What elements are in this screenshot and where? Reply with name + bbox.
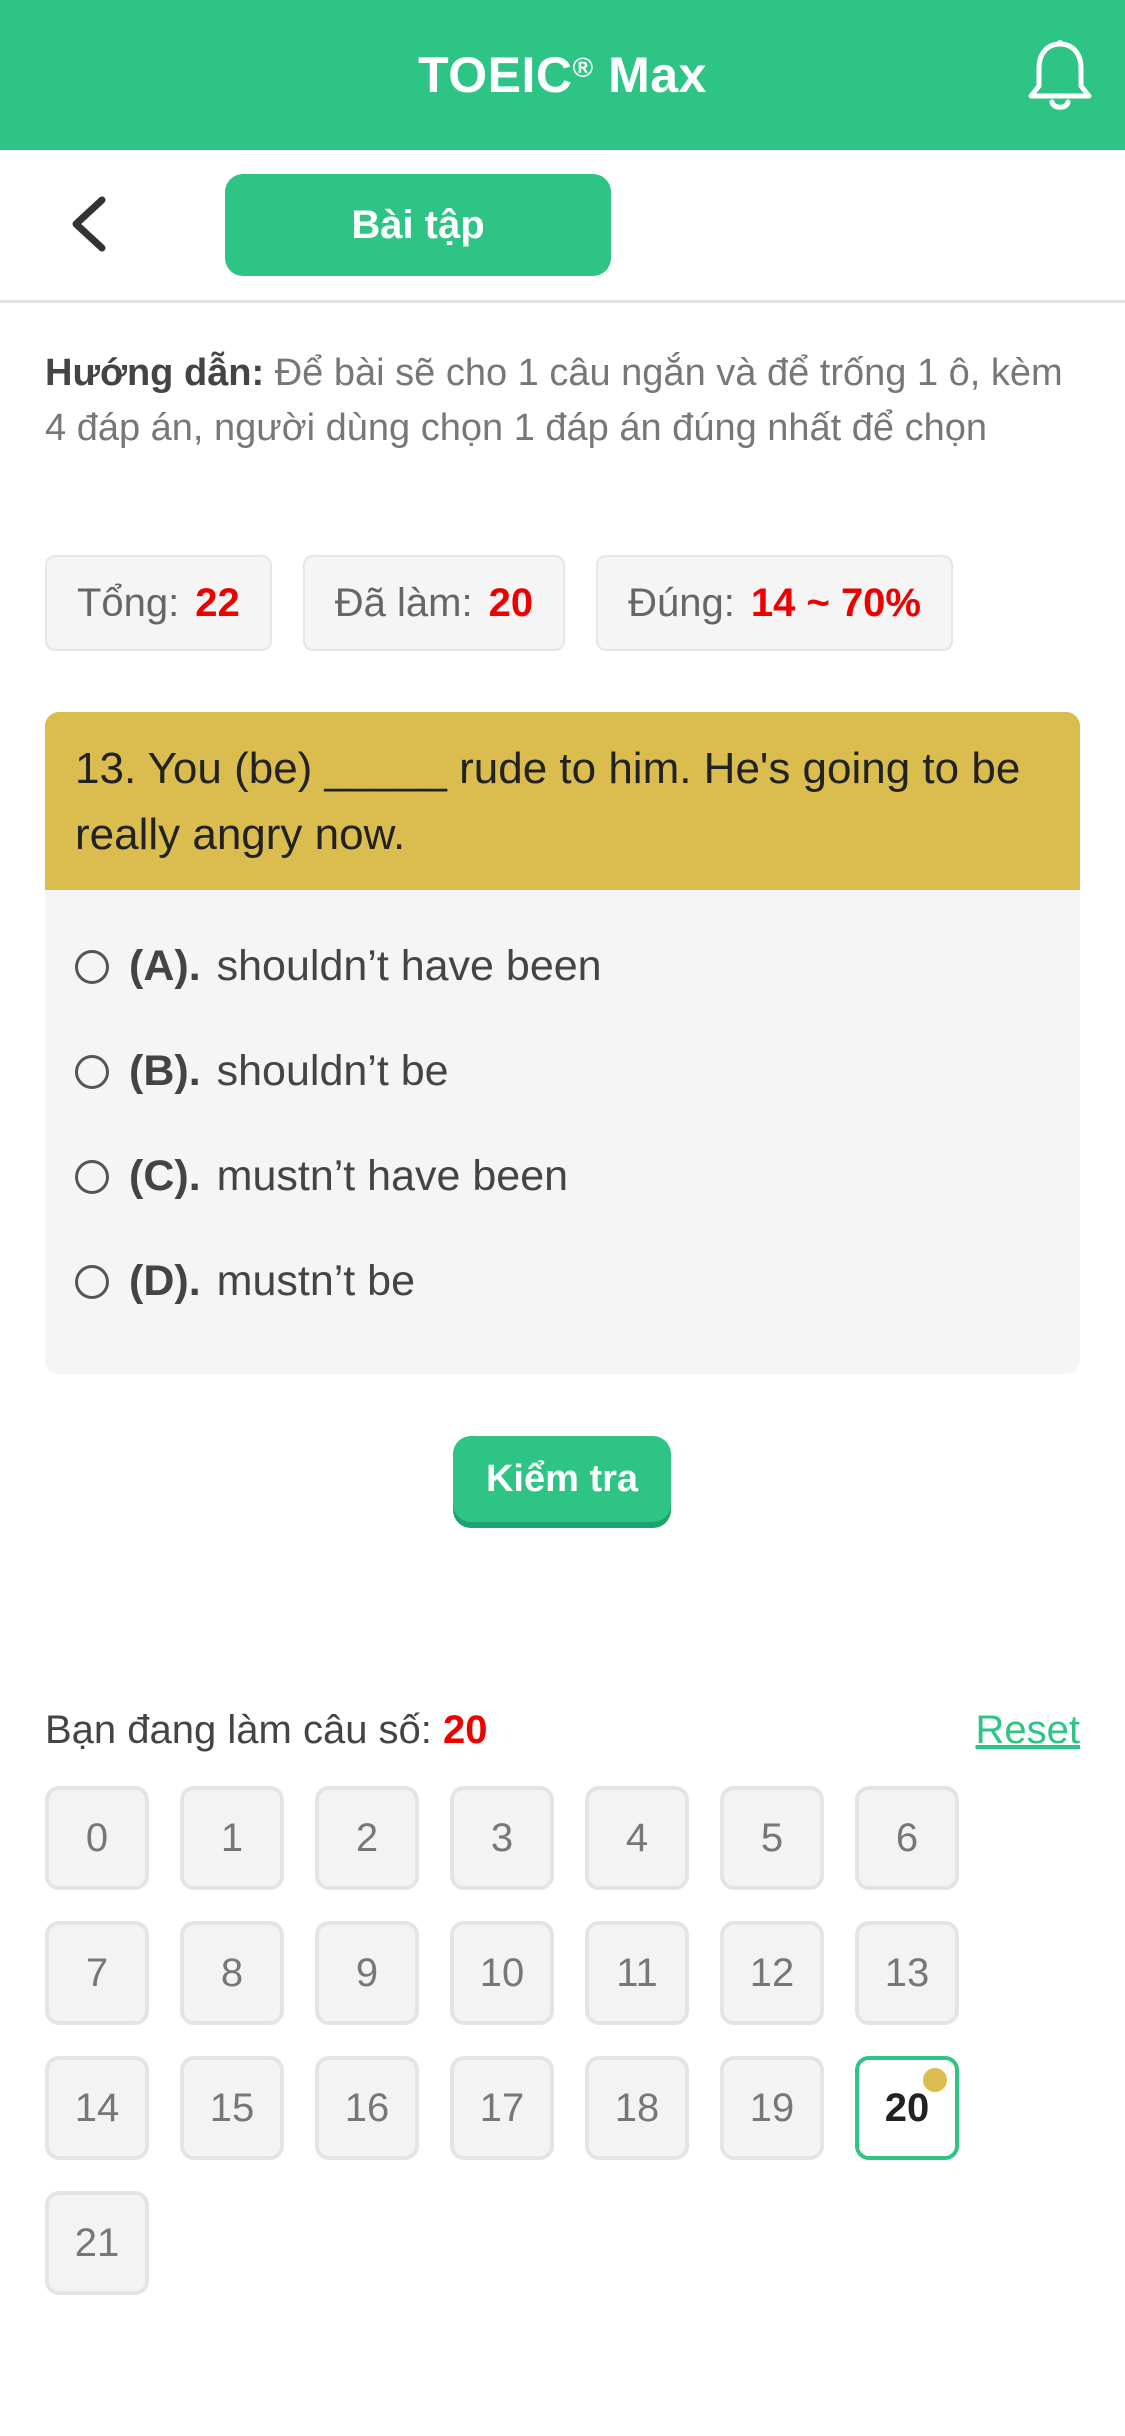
question-cell[interactable]: 3	[450, 1786, 554, 1890]
current-indicator-dot	[923, 2068, 947, 2092]
question-cell[interactable]: 7	[45, 1921, 149, 2025]
option-key: (A).	[129, 942, 201, 990]
question-cell[interactable]: 5	[720, 1786, 824, 1890]
question-cell[interactable]: 6	[855, 1786, 959, 1890]
question-cell[interactable]: 18	[585, 2056, 689, 2160]
stat-total-label: Tổng:	[77, 580, 180, 625]
option-b[interactable]: (B). shouldn’t be	[75, 1019, 1050, 1124]
question-cell-number: 20	[884, 2085, 930, 2130]
option-key: (D).	[129, 1257, 201, 1305]
question-cell[interactable]: 11	[585, 1921, 689, 2025]
option-text: shouldn’t be	[216, 1047, 449, 1095]
option-key: (B).	[129, 1047, 201, 1095]
stat-total: Tổng: 22	[45, 555, 272, 651]
question-cell[interactable]: 2	[315, 1786, 419, 1890]
option-key: (C).	[129, 1152, 201, 1200]
stat-done-label: Đã làm:	[334, 580, 473, 625]
registered-mark: ®	[572, 52, 594, 83]
app-header: TOEIC® Max	[0, 0, 1125, 150]
stat-correct: Đúng: 14 ~ 70%	[596, 555, 953, 651]
question-cell[interactable]: 12	[720, 1921, 824, 2025]
question-text: 13. You (be) _____ rude to him. He's goi…	[45, 712, 1080, 890]
stat-correct-label: Đúng:	[628, 580, 735, 625]
chevron-left-icon[interactable]	[64, 194, 114, 254]
progress-row: Bạn đang làm câu số: 20 Reset	[45, 1700, 1080, 1760]
tab-exercise[interactable]: Bài tập	[225, 174, 611, 276]
question-cell[interactable]: 1	[180, 1786, 284, 1890]
radio-button[interactable]	[75, 1264, 109, 1299]
radio-button[interactable]	[75, 949, 109, 984]
radio-button[interactable]	[75, 1159, 109, 1194]
stat-done-value: 20	[488, 580, 534, 625]
question-cell[interactable]: 4	[585, 1786, 689, 1890]
option-text: shouldn’t have been	[216, 942, 602, 990]
instructions-label: Hướng dẫn:	[45, 352, 265, 394]
bell-icon[interactable]	[1025, 38, 1095, 114]
instructions: Hướng dẫn: Để bài sẽ cho 1 câu ngắn và đ…	[45, 346, 1075, 456]
question-cell[interactable]: 10	[450, 1921, 554, 2025]
question-cell-current[interactable]: 20	[855, 2056, 959, 2160]
option-a[interactable]: (A). shouldn’t have been	[75, 914, 1050, 1019]
option-text: mustn’t have been	[216, 1152, 569, 1200]
question-cell[interactable]: 9	[315, 1921, 419, 2025]
reset-link[interactable]: Reset	[976, 1708, 1081, 1753]
check-button[interactable]: Kiểm tra	[453, 1436, 671, 1522]
option-d[interactable]: (D). mustn’t be	[75, 1229, 1050, 1334]
question-cell[interactable]: 17	[450, 2056, 554, 2160]
question-cell[interactable]: 0	[45, 1786, 149, 1890]
question-cell[interactable]: 21	[45, 2191, 149, 2295]
app-title: TOEIC® Max	[418, 46, 707, 104]
stats-row: Tổng: 22 Đã làm: 20 Đúng: 14 ~ 70%	[45, 555, 953, 651]
stat-correct-value: 14 ~ 70%	[750, 580, 921, 625]
answer-options: (A). shouldn’t have been (B). shouldn’t …	[45, 890, 1080, 1374]
question-cell[interactable]: 8	[180, 1921, 284, 2025]
app-title-suffix: Max	[593, 47, 707, 103]
question-cell[interactable]: 19	[720, 2056, 824, 2160]
sub-header: Bài tập	[0, 150, 1125, 303]
option-c[interactable]: (C). mustn’t have been	[75, 1124, 1050, 1229]
question-cell[interactable]: 14	[45, 2056, 149, 2160]
question-cell[interactable]: 16	[315, 2056, 419, 2160]
option-text: mustn’t be	[216, 1257, 416, 1305]
current-question-number: 20	[443, 1707, 488, 1752]
question-grid: 0 1 2 3 4 5 6 7 8 9 10 11 12 13 14 15 16…	[45, 1786, 1045, 2295]
current-question-label: Bạn đang làm câu số: 20	[45, 1708, 488, 1753]
radio-button[interactable]	[75, 1054, 109, 1089]
stat-total-value: 22	[195, 580, 240, 625]
current-question-text: Bạn đang làm câu số:	[45, 1707, 444, 1752]
question-cell[interactable]: 13	[855, 1921, 959, 2025]
question-cell[interactable]: 15	[180, 2056, 284, 2160]
app-title-text: TOEIC	[418, 47, 573, 103]
stat-done: Đã làm: 20	[302, 555, 566, 651]
question-card: 13. You (be) _____ rude to him. He's goi…	[45, 712, 1080, 1374]
